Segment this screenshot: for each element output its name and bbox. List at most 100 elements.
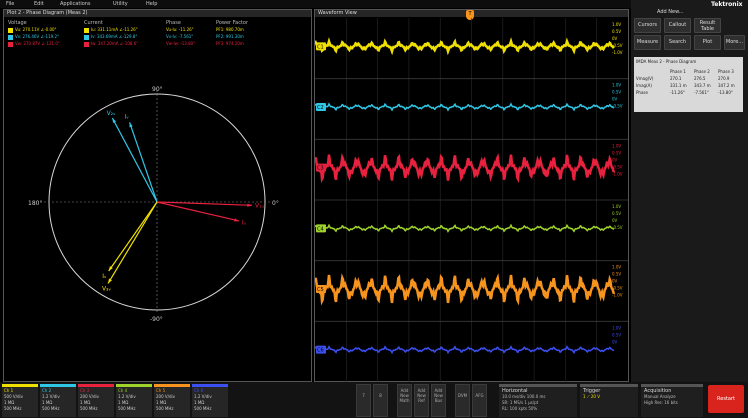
badge-row-label: Imag(A) [636,83,652,88]
dvm-button[interactable]: DVM [455,384,470,417]
axis-label-right: 0° [272,200,279,207]
waveform-plot: C1 1.0V 0.5V 0V -0.5V -1.0V C2 1.0V 0.5V 0V -0.5V C… [315,18,628,382]
phase-row-1-phase: Vu-Iu: -11.26° [166,27,194,32]
vertical-scale-label: 0V [612,339,618,344]
add-new-bus-button[interactable]: Add New Bus [431,384,446,417]
menu-edit[interactable]: Edit [34,0,44,8]
channel-8-button[interactable]: 8 [373,384,388,417]
col-power-factor: Power Factor [216,20,249,26]
vertical-scale-label: 1.0V [612,83,621,88]
channel-badge-6[interactable]: Ch 6 1.2 V/div 1 MΩ 500 MHz [192,384,228,417]
more-button[interactable]: More... [724,35,745,50]
channel-badge-1[interactable]: Ch 1 500 V/div 1 MΩ 500 MHz [2,384,38,417]
vertical-scale-label: 0.5V [612,272,621,277]
col-current: Current [84,20,103,26]
phase-row-3-pf: PF3: 974.20m [216,41,244,46]
add-new-math-button[interactable]: Add New Math [397,384,412,417]
phasor-label-5: V₃ᵥ [102,286,112,293]
phasor-vector-4 [129,122,158,203]
callout-button[interactable]: Callout [664,18,691,33]
waveform-trace-c6 [315,345,615,355]
badge-header-1: Phase 1 [670,69,686,74]
phasor-arrowhead-icon [112,118,117,124]
bottom-settings-bar: Ch 1 500 V/div 1 MΩ 500 MHz Ch 2 1.2 V/div 1 M… [0,382,748,418]
menu-help[interactable]: Help [146,0,157,8]
waveform-trace-c2 [315,102,615,112]
badge-row-label: Phase [636,90,648,95]
channel-marker-label: C5 [317,287,324,293]
waveform-view-panel[interactable]: Waveform View T C1 1.0V 0.5V 0V -0.5V -1.0V C2… [314,9,629,382]
phasor-vector-3 [111,117,158,203]
cursors-button[interactable]: Cursors [634,18,661,33]
channel-chip-icon [84,34,89,40]
channel-badge-5[interactable]: Ch 5 200 V/div 1 MΩ 500 MHz [154,384,190,417]
channel-badge-3[interactable]: Ch 3 200 V/div 1 MΩ 500 MHz [78,384,114,417]
afg-button[interactable]: AFG [472,384,487,417]
badge-row-label: Vmag(V) [636,76,654,81]
phasor-label-1: V₁ᵤ [255,203,265,210]
channel-chip-icon [8,41,13,47]
menu-applications[interactable]: Applications [60,0,91,8]
right-control-panel: Add New... Tektronix Cursors Callout Res… [631,0,748,382]
measure-button[interactable]: Measure [634,35,661,50]
vertical-scale-label: -0.5V [612,286,623,291]
waveform-trace-c1 [315,37,615,56]
badge-title: IMDA Meas 2 - Phase Diagram [636,59,697,64]
acquisition-badge[interactable]: Acquisition Manual Analyze High Res: 16 … [641,384,703,417]
waveform-trace-c4 [315,223,615,233]
channel-7-button[interactable]: 7 [356,384,371,417]
phase-row-2-voltage: Vv: 276.46V ∠-119.2° [8,34,59,40]
vertical-scale-label: 1.0V [612,325,621,330]
vertical-scale-label: 1.0V [612,22,621,27]
phasor-arrowhead-icon [247,203,252,207]
col-voltage: Voltage [8,20,27,26]
horizontal-badge[interactable]: Horizontal 10.0 ms/div 100.0 ms SR: 1 MS… [499,384,577,417]
vertical-scale-label: 0V [612,218,618,223]
channel-badge-4[interactable]: Ch 4 1.2 V/div 1 MΩ 500 MHz [116,384,152,417]
trigger-badge[interactable]: Trigger 1 ⟋ 20 V [580,384,638,417]
menu-file[interactable]: File [6,0,14,8]
vertical-scale-label: 0.5V [612,332,621,337]
channel-badge-l3: 500 MHz [156,406,174,411]
phasor-arrowhead-icon [108,278,112,284]
vertical-scale-label: -0.5V [612,225,623,230]
phase-diagram-panel[interactable]: Plot 2 - Phase Diagram (Meas 2) Voltage … [3,9,312,382]
waveform-trace-c3 [315,152,616,184]
vertical-scale-label: -0.5V [612,104,623,109]
vertical-scale-label: 0.5V [612,211,621,216]
add-new-ref-button[interactable]: Add New Ref [414,384,429,417]
vertical-scale-label: 1.0V [612,204,621,209]
vertical-scale-label: -0.5V [612,164,623,169]
channel-badge-l3: 500 MHz [42,406,60,411]
channel-badge-l3: 500 MHz [194,406,212,411]
phase-panel-title: Plot 2 - Phase Diagram (Meas 2) [4,10,311,17]
vertical-scale-label: -1.0V [612,50,623,55]
badge-cell: 343.7 m [694,83,711,88]
measurement-badge[interactable]: IMDA Meas 2 - Phase Diagram Phase 1 Phas… [634,57,743,112]
result-table-button[interactable]: Result Table [694,18,721,33]
channel-marker-label: C2 [317,105,324,111]
search-button[interactable]: Search [664,35,691,50]
channel-badge-l3: 500 MHz [4,406,22,411]
channel-marker-label: C6 [317,348,324,354]
axis-label-top: 90° [152,86,163,93]
vertical-scale-label: 0.5V [612,90,621,95]
phasor-vector-6 [108,201,158,272]
axis-label-left: 180° [28,200,42,207]
vertical-scale-label: 0V [612,157,618,162]
vertical-scale-label: -0.5V [612,43,623,48]
channel-chip-icon [8,27,13,33]
plot-button[interactable]: Plot [694,35,721,50]
phase-row-3-phase: Vw-Iw: -13.80° [166,41,196,46]
col-phase: Phase [166,20,181,26]
restart-button[interactable]: Restart [708,385,744,413]
vertical-scale-label: 0.5V [612,29,621,34]
channel-badge-l3: 500 MHz [80,406,98,411]
menu-utility[interactable]: Utility [113,0,128,8]
channel-marker-label: C1 [317,44,324,50]
badge-cell: 347.2 m [718,83,735,88]
phasor-label-4: Iᵥ [125,114,130,121]
vertical-scale-label: -1.0V [612,171,623,176]
phase-row-3-current: Iw: 347.20mA ∠-108.6° [84,41,138,47]
channel-badge-2[interactable]: Ch 2 1.2 V/div 1 MΩ 500 MHz [40,384,76,417]
